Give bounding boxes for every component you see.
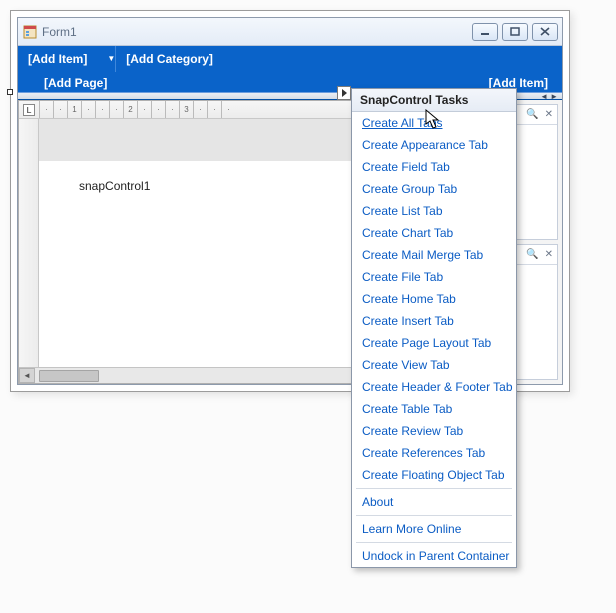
task-item[interactable]: Create All Tabs bbox=[352, 112, 516, 134]
smart-tasks-popup: SnapControl Tasks Create All Tabs Create… bbox=[351, 88, 517, 568]
task-item[interactable]: Create References Tab bbox=[352, 442, 516, 464]
vertical-ruler[interactable] bbox=[19, 119, 39, 367]
task-item[interactable]: Create Page Layout Tab bbox=[352, 332, 516, 354]
titlebar: Form1 bbox=[18, 18, 562, 46]
dropdown-icon[interactable]: ▼ bbox=[97, 54, 115, 63]
smart-tag-glyph[interactable] bbox=[337, 86, 351, 100]
minimize-button[interactable] bbox=[472, 23, 498, 41]
task-item[interactable]: Create Floating Object Tab bbox=[352, 464, 516, 486]
maximize-button[interactable] bbox=[502, 23, 528, 41]
window-title: Form1 bbox=[42, 25, 468, 39]
panel-close-icon[interactable]: ✕ bbox=[545, 249, 553, 260]
task-item[interactable]: Create Group Tab bbox=[352, 178, 516, 200]
task-item[interactable]: Create List Tab bbox=[352, 200, 516, 222]
task-item[interactable]: Learn More Online bbox=[352, 518, 516, 540]
task-item[interactable]: Create View Tab bbox=[352, 354, 516, 376]
ribbon-add-category[interactable]: [Add Category] bbox=[116, 48, 223, 70]
search-icon[interactable]: 🔍 bbox=[526, 249, 538, 260]
search-icon[interactable]: 🔍 bbox=[526, 109, 538, 120]
scroll-thumb[interactable] bbox=[39, 370, 99, 382]
resize-handle[interactable] bbox=[7, 89, 13, 95]
task-item[interactable]: Create Review Tab bbox=[352, 420, 516, 442]
task-item[interactable]: Create Header & Footer Tab bbox=[352, 376, 516, 398]
scroll-left-button[interactable]: ◄ bbox=[19, 368, 35, 383]
control-name-text: snapControl1 bbox=[79, 179, 150, 193]
task-item[interactable]: Create Table Tab bbox=[352, 398, 516, 420]
panel-close-icon[interactable]: ✕ bbox=[545, 109, 553, 120]
task-item[interactable]: Undock in Parent Container bbox=[352, 545, 516, 567]
tab-stop-selector[interactable]: L bbox=[23, 104, 35, 116]
task-item[interactable]: Create Chart Tab bbox=[352, 222, 516, 244]
task-item[interactable]: Create File Tab bbox=[352, 266, 516, 288]
task-item[interactable]: Create Home Tab bbox=[352, 288, 516, 310]
task-item[interactable]: Create Insert Tab bbox=[352, 310, 516, 332]
ribbon-add-item[interactable]: [Add Item] bbox=[18, 48, 97, 70]
task-item[interactable]: About bbox=[352, 491, 516, 513]
form-icon bbox=[22, 24, 38, 40]
task-item[interactable]: Create Field Tab bbox=[352, 156, 516, 178]
task-item[interactable]: Create Mail Merge Tab bbox=[352, 244, 516, 266]
task-item[interactable]: Create Appearance Tab bbox=[352, 134, 516, 156]
tasks-header: SnapControl Tasks bbox=[352, 89, 516, 112]
close-button[interactable] bbox=[532, 23, 558, 41]
